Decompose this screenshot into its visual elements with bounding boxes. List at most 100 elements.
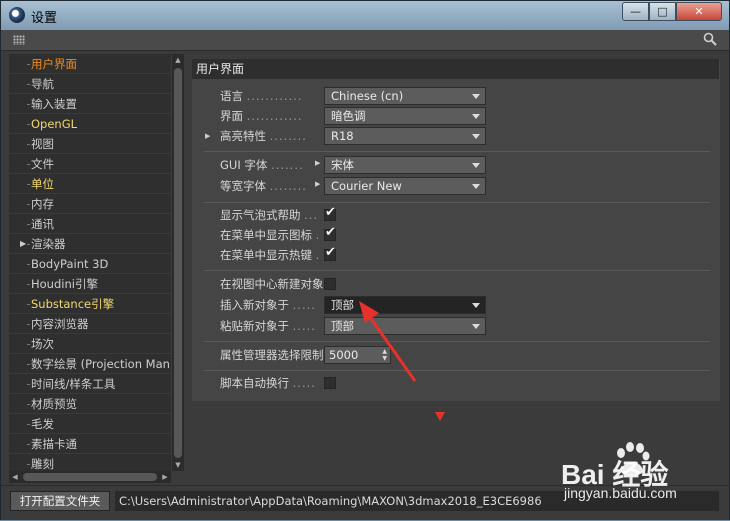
sidebar-item[interactable]: Substance引擎 xyxy=(9,294,171,314)
sidebar-item[interactable]: 视图 xyxy=(9,134,171,154)
grip-icon[interactable] xyxy=(13,35,25,45)
cinema4d-app-icon xyxy=(9,7,25,23)
scroll-up-arrow-icon[interactable]: ▲ xyxy=(172,54,184,66)
annotation-marker-icon xyxy=(435,412,445,421)
sidebar-item[interactable]: 场次 xyxy=(9,334,171,354)
maximize-button[interactable]: □ xyxy=(649,2,676,21)
paste-new-label: 粘贴新对象于 ..... xyxy=(220,319,316,333)
insert-new-dropdown[interactable]: 顶部 xyxy=(324,296,486,314)
sidebar-item[interactable]: 内容浏览器 xyxy=(9,314,171,334)
sidebar-item-label: 数字绘景 (Projection Man) xyxy=(31,357,171,371)
sidebar-item[interactable]: 雕刻 xyxy=(9,454,171,471)
sidebar-item[interactable]: 单位 xyxy=(9,174,171,194)
sidebar-item[interactable]: BodyPaint 3D xyxy=(9,254,171,274)
sidebar-item[interactable]: 内存 xyxy=(9,194,171,214)
scroll-down-arrow-icon[interactable]: ▼ xyxy=(172,459,184,471)
menu-icons-checkbox[interactable]: ✔ xyxy=(324,225,336,241)
dropdown-caret-icon xyxy=(472,184,480,189)
highlight-label: 高亮特性 ........ xyxy=(220,129,307,143)
tree-line xyxy=(27,124,30,125)
dropdown-caret-icon xyxy=(472,114,480,119)
checkmark-icon: ✔ xyxy=(325,245,336,260)
spinner-arrows-icon[interactable]: ▲ ▼ xyxy=(382,348,387,362)
sidebar-item[interactable]: 通讯 xyxy=(9,214,171,234)
search-icon[interactable] xyxy=(703,32,717,46)
sidebar-horizontal-scrollbar[interactable]: ◀ ▶ xyxy=(9,471,171,483)
minimize-button[interactable]: — xyxy=(622,2,649,21)
tree-line xyxy=(27,104,30,105)
sidebar-item[interactable]: 数字绘景 (Projection Man) xyxy=(9,354,171,374)
checkmark-icon: ✔ xyxy=(325,205,336,220)
interface-label: 界面 ............ xyxy=(220,109,303,123)
tree-line xyxy=(27,164,30,165)
panel-title: 用户界面 xyxy=(192,59,719,79)
script-wrap-checkbox[interactable] xyxy=(324,377,336,389)
tree-line xyxy=(27,144,30,145)
attr-limit-label: 属性管理器选择限制 xyxy=(220,348,324,362)
sidebar-item[interactable]: 素描卡通 xyxy=(9,434,171,454)
menu-icons-label: 在菜单中显示图标 . xyxy=(220,228,321,242)
bubble-help-checkbox[interactable]: ✔ xyxy=(324,205,336,221)
sidebar-item-label: 通讯 xyxy=(31,217,54,231)
sidebar-item-label: 材质预览 xyxy=(31,397,77,411)
sidebar-item[interactable]: ▶ 渲染器 xyxy=(9,234,171,254)
sidebar-item[interactable]: 用户界面 xyxy=(9,54,171,74)
sidebar-item[interactable]: 文件 xyxy=(9,154,171,174)
sidebar-item-label: 导航 xyxy=(31,77,54,91)
window-title: 设置 xyxy=(31,11,58,26)
script-wrap-label: 脚本自动换行 ..... xyxy=(220,376,316,390)
sidebar-item[interactable]: OpenGL xyxy=(9,114,171,134)
divider xyxy=(204,341,710,342)
tree-line xyxy=(27,204,30,205)
close-button[interactable]: ✕ xyxy=(676,2,722,21)
tree-line xyxy=(27,84,30,85)
settings-category-list: 用户界面导航输入装置 OpenGL 视图 文件单位内存通讯 ▶ 渲染器 BodyPaint … xyxy=(9,54,171,471)
sidebar-scroll-thumb[interactable] xyxy=(174,68,182,458)
attr-limit-number-field[interactable]: 5000 ▲ ▼ xyxy=(324,346,391,364)
paste-new-dropdown[interactable]: 顶部 xyxy=(324,317,486,335)
checkmark-icon: ✔ xyxy=(325,225,336,240)
interface-theme-dropdown[interactable]: 暗色调 xyxy=(324,107,486,125)
title-bar[interactable]: 设置 — □ ✕ xyxy=(1,1,729,30)
scroll-left-arrow-icon[interactable]: ◀ xyxy=(9,471,21,483)
tree-line xyxy=(27,284,30,285)
sidebar-vertical-scrollbar[interactable]: ▲ ▼ xyxy=(172,54,184,471)
sidebar-item-label: OpenGL xyxy=(31,117,78,131)
sidebar-item[interactable]: 时间线/样条工具 xyxy=(9,374,171,394)
expand-arrow-icon[interactable]: ▶ xyxy=(20,234,26,254)
sidebar-item[interactable]: 输入装置 xyxy=(9,94,171,114)
gui-font-dropdown[interactable]: 宋体 xyxy=(324,156,486,174)
highlight-dropdown[interactable]: R18 xyxy=(324,127,486,145)
sidebar-item[interactable]: 毛发 xyxy=(9,414,171,434)
mono-font-dropdown[interactable]: Courier New xyxy=(324,177,486,195)
sidebar-item-label: Houdini引擎 xyxy=(31,277,98,291)
mono-font-option-arrow-icon[interactable]: ▶ xyxy=(315,175,320,193)
view-center-checkbox[interactable] xyxy=(324,278,336,290)
language-label: 语言 ............ xyxy=(220,89,303,103)
sidebar-item[interactable]: 导航 xyxy=(9,74,171,94)
language-dropdown[interactable]: Chinese (cn) xyxy=(324,87,486,105)
sidebar-item-label: 雕刻 xyxy=(31,457,54,471)
sidebar-item[interactable]: Houdini引擎 xyxy=(9,274,171,294)
sidebar-item-label: 单位 xyxy=(31,177,54,191)
open-config-folder-button[interactable]: 打开配置文件夹 xyxy=(10,491,110,511)
insert-new-label: 插入新对象于 ..... xyxy=(220,298,316,312)
tree-line xyxy=(27,384,30,385)
sidebar-item-label: 输入装置 xyxy=(31,97,77,111)
dropdown-caret-icon xyxy=(472,134,480,139)
expand-arrow-icon[interactable]: ▶ xyxy=(205,127,210,145)
tree-line xyxy=(27,64,30,65)
tree-line xyxy=(27,464,30,465)
dropdown-caret-icon xyxy=(472,163,480,168)
menu-hotkeys-checkbox[interactable]: ✔ xyxy=(324,245,336,261)
watermark-url: jingyan.baidu.com xyxy=(564,485,677,501)
scroll-right-arrow-icon[interactable]: ▶ xyxy=(159,471,171,483)
sidebar-item[interactable]: 材质预览 xyxy=(9,394,171,414)
gui-font-option-arrow-icon[interactable]: ▶ xyxy=(315,154,320,172)
tree-line xyxy=(27,184,30,185)
settings-window: 设置 — □ ✕ 用户界面导航输入装置 OpenGL 视图 文件单位内存通讯 ▶ 渲染器 B… xyxy=(0,0,730,520)
dropdown-caret-icon xyxy=(472,324,480,329)
sidebar-item-label: 场次 xyxy=(31,337,54,351)
tree-line xyxy=(27,264,30,265)
sidebar-hscroll-thumb[interactable] xyxy=(23,473,157,481)
